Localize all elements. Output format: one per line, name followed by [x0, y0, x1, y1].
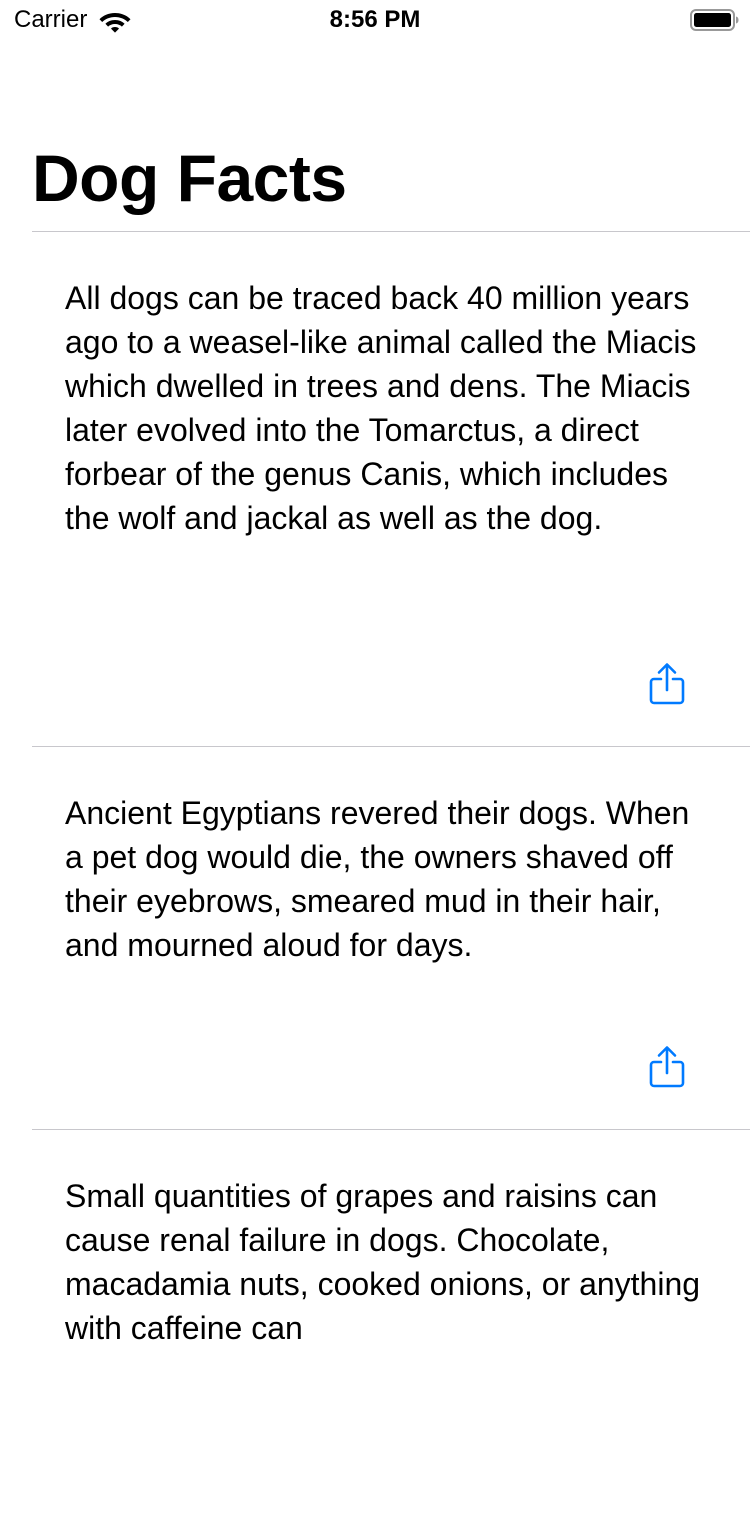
fact-cell[interactable]: Small quantities of grapes and raisins c… — [32, 1129, 750, 1530]
fact-cell[interactable]: All dogs can be traced back 40 million y… — [32, 231, 750, 746]
fact-cell[interactable]: Ancient Egyptians revered their dogs. Wh… — [32, 746, 750, 1129]
share-icon[interactable] — [648, 662, 686, 706]
page-title: Dog Facts — [32, 141, 347, 215]
fact-list[interactable]: All dogs can be traced back 40 million y… — [0, 231, 750, 1530]
fact-text: All dogs can be traced back 40 million y… — [65, 280, 697, 536]
status-time: 8:56 PM — [329, 6, 421, 33]
fact-text: Ancient Egyptians revered their dogs. Wh… — [65, 795, 690, 963]
fact-text: Small quantities of grapes and raisins c… — [65, 1178, 701, 1346]
share-icon[interactable] — [648, 1045, 686, 1089]
battery-full-icon — [690, 9, 739, 31]
status-bar: Carrier 8:56 PM — [0, 0, 750, 40]
